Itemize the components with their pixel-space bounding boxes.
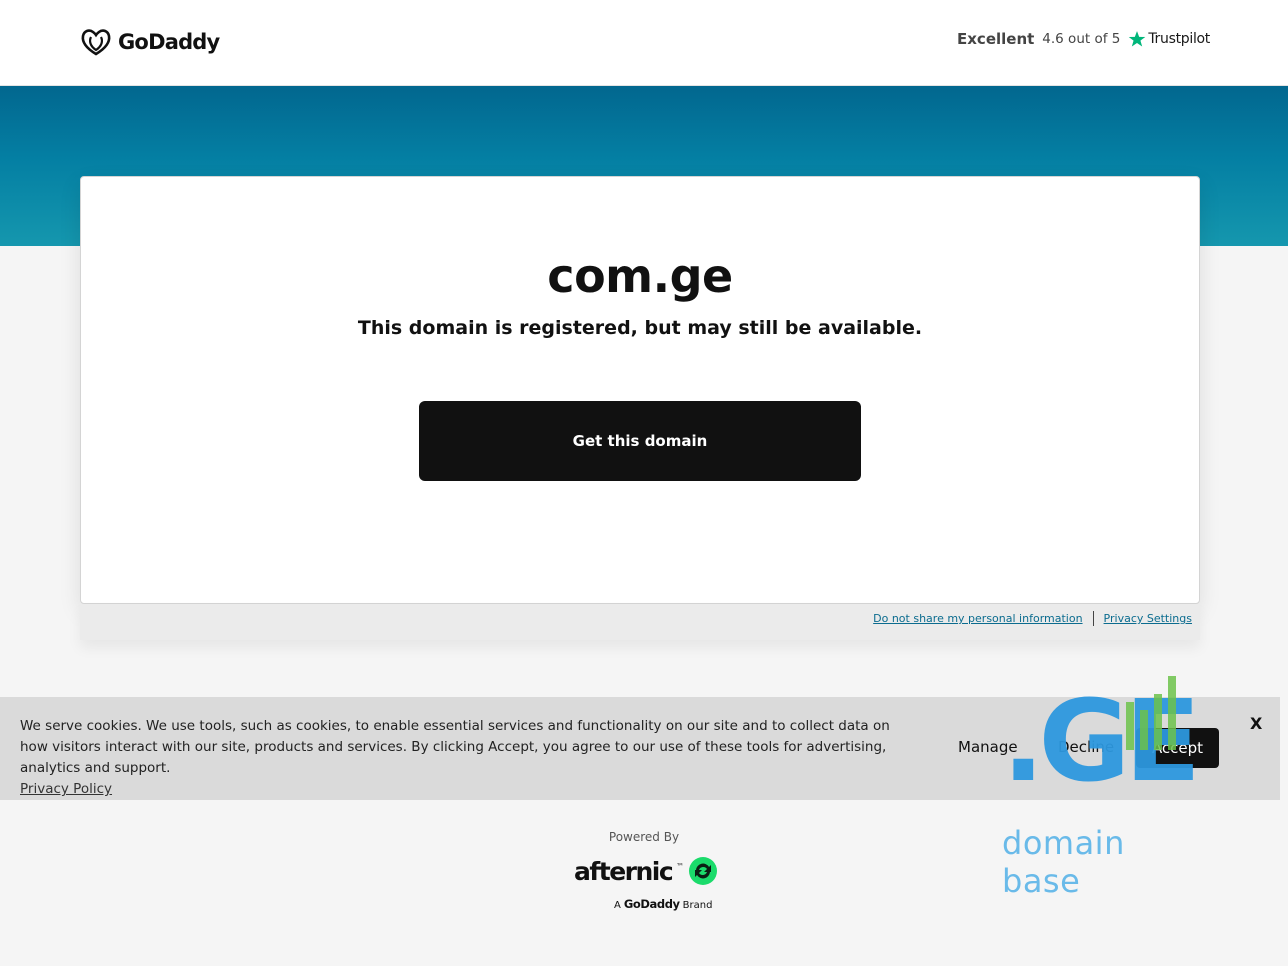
privacy-links: Do not share my personal information Pri… <box>873 611 1192 626</box>
do-not-share-link[interactable]: Do not share my personal information <box>873 612 1082 625</box>
site-header: GoDaddy Excellent 4.6 out of 5 Trustpilo… <box>0 0 1288 86</box>
afternic-logo[interactable]: afternic ™ <box>574 856 718 886</box>
domain-name: com.ge <box>547 249 733 303</box>
close-cookie-banner-button[interactable]: X <box>1250 714 1262 733</box>
godaddy-logo[interactable]: GoDaddy <box>80 28 220 56</box>
powered-by-label: Powered By <box>608 830 680 844</box>
trustpilot-score: 4.6 out of 5 <box>1042 31 1121 47</box>
privacy-links-divider <box>1092 611 1094 626</box>
decline-cookies-button[interactable]: Decline <box>1058 738 1114 756</box>
trustpilot-star-icon <box>1129 31 1146 47</box>
privacy-settings-link[interactable]: Privacy Settings <box>1104 612 1192 625</box>
afternic-parent-suffix: Brand <box>682 900 713 911</box>
accept-cookies-button[interactable]: Accept <box>1136 728 1219 768</box>
godaddy-logo-text: GoDaddy <box>118 30 220 54</box>
domain-card: com.ge This domain is registered, but ma… <box>80 176 1200 604</box>
trustpilot-brand-text: Trustpilot <box>1148 31 1210 47</box>
trustpilot-rating[interactable]: Excellent 4.6 out of 5 Trustpilot <box>957 30 1210 48</box>
domain-status-text: This domain is registered, but may still… <box>357 317 923 339</box>
manage-cookies-button[interactable]: Manage <box>958 738 1018 756</box>
privacy-policy-link[interactable]: Privacy Policy <box>20 779 112 800</box>
afternic-arrows-icon <box>689 857 718 885</box>
card-footer-strip: Do not share my personal information Pri… <box>80 604 1200 640</box>
afternic-parent-name: GoDaddy <box>623 897 680 911</box>
afternic-trademark: ™ <box>676 862 685 871</box>
cookie-banner-text: We serve cookies. We use tools, such as … <box>20 718 890 776</box>
godaddy-logo-icon <box>81 29 111 56</box>
afternic-logo-text: afternic <box>574 856 674 886</box>
trustpilot-brand: Trustpilot <box>1128 30 1210 48</box>
cookie-banner: We serve cookies. We use tools, such as … <box>0 697 1280 800</box>
afternic-parent-prefix: A <box>614 900 621 911</box>
cookie-banner-text-block: We serve cookies. We use tools, such as … <box>20 716 920 800</box>
trustpilot-rating-word: Excellent <box>957 30 1035 48</box>
get-this-domain-button[interactable]: Get this domain <box>419 401 861 481</box>
afternic-parent-brand: A GoDaddy Brand <box>614 897 712 911</box>
